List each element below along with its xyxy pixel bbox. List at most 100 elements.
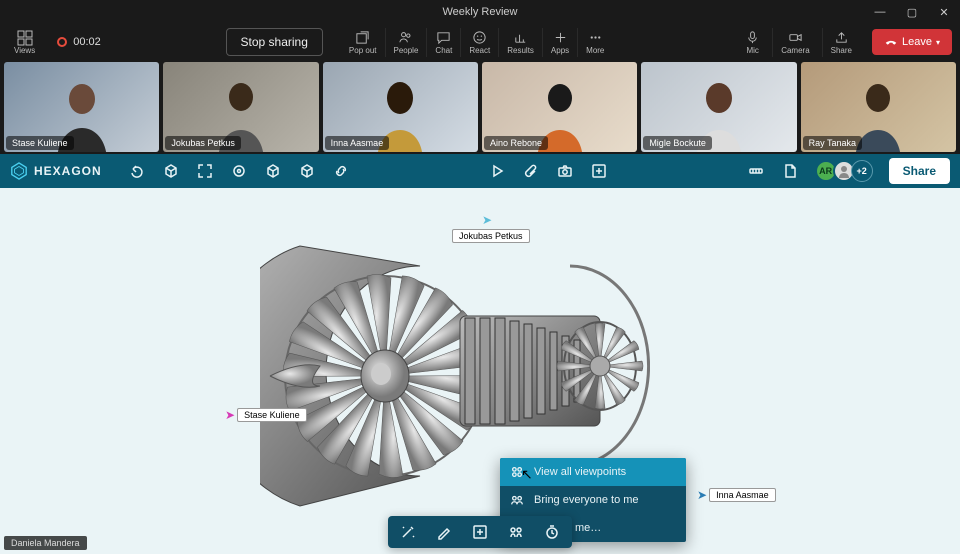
share-button[interactable]: Share bbox=[822, 28, 860, 57]
apps-button[interactable]: Apps bbox=[542, 28, 577, 57]
cursor-icon: ➤ bbox=[482, 213, 492, 227]
camera-icon bbox=[788, 30, 803, 45]
participant-name: Migle Bockute bbox=[643, 136, 712, 150]
stop-sharing-button[interactable]: Stop sharing bbox=[226, 28, 323, 56]
cube-menu-button[interactable] bbox=[158, 158, 184, 184]
chart-icon bbox=[513, 30, 528, 45]
mic-icon bbox=[745, 30, 760, 45]
measure-button[interactable] bbox=[743, 158, 769, 184]
cube-icon bbox=[163, 163, 179, 179]
participant-tile[interactable]: Ray Tanaka bbox=[801, 62, 956, 152]
hexagon-logo-icon bbox=[10, 162, 28, 180]
snapshot-button[interactable] bbox=[552, 158, 578, 184]
paperclip-icon bbox=[523, 163, 539, 179]
react-button[interactable]: React bbox=[460, 28, 498, 57]
document-icon bbox=[782, 163, 798, 179]
cube-icon bbox=[299, 163, 315, 179]
cursor-label: Jokubas Petkus bbox=[452, 229, 530, 243]
plus-icon bbox=[553, 30, 568, 45]
popout-button[interactable]: Pop out bbox=[341, 28, 385, 57]
participant-name: Jokubas Petkus bbox=[165, 136, 241, 150]
plus-box-icon bbox=[591, 163, 607, 179]
avatar-stack[interactable]: AR +2 bbox=[819, 160, 873, 182]
participant-name: Aino Rebone bbox=[484, 136, 548, 150]
ctx-bring-everyone[interactable]: Bring everyone to me bbox=[500, 486, 686, 514]
add-panel-button[interactable] bbox=[586, 158, 612, 184]
ctx-view-all-viewpoints[interactable]: View all viewpoints bbox=[500, 458, 686, 486]
more-button[interactable]: More bbox=[577, 28, 612, 57]
mic-button[interactable]: Mic bbox=[737, 28, 768, 57]
document-button[interactable] bbox=[777, 158, 803, 184]
stopwatch-icon bbox=[544, 524, 560, 540]
expand-button[interactable] bbox=[192, 158, 218, 184]
participant-name: Inna Aasmae bbox=[325, 136, 390, 150]
pen-button[interactable] bbox=[430, 520, 458, 544]
leave-button[interactable]: Leave ▾ bbox=[872, 29, 952, 55]
people-button[interactable]: People bbox=[385, 28, 427, 57]
participant-tile[interactable]: Stase Kuliene bbox=[4, 62, 159, 152]
cube-icon bbox=[265, 163, 281, 179]
bottom-toolbar bbox=[388, 516, 572, 548]
remote-cursor: ➤ Inna Aasmae bbox=[697, 488, 776, 502]
viewpoints-button[interactable] bbox=[502, 520, 530, 544]
play-icon bbox=[489, 163, 505, 179]
emoji-icon bbox=[472, 30, 487, 45]
participant-tile[interactable]: Aino Rebone bbox=[482, 62, 637, 152]
wand-button[interactable] bbox=[394, 520, 422, 544]
close-button[interactable]: ✕ bbox=[928, 0, 960, 24]
participant-tile[interactable]: Inna Aasmae bbox=[323, 62, 478, 152]
participant-strip: Stase Kuliene Jokubas Petkus Inna Aasmae… bbox=[0, 60, 960, 154]
link-button[interactable] bbox=[328, 158, 354, 184]
ruler-icon bbox=[748, 163, 764, 179]
avatar-more-count: +2 bbox=[851, 160, 873, 182]
target-button[interactable] bbox=[226, 158, 252, 184]
self-name-tag: Daniela Mandera bbox=[4, 536, 87, 550]
play-button[interactable] bbox=[484, 158, 510, 184]
cursor-label: Stase Kuliene bbox=[237, 408, 307, 422]
attach-button[interactable] bbox=[518, 158, 544, 184]
camera-icon bbox=[557, 163, 573, 179]
maximize-button[interactable]: ▢ bbox=[896, 0, 928, 24]
results-button[interactable]: Results bbox=[498, 28, 542, 57]
hexagon-share-button[interactable]: Share bbox=[889, 158, 950, 184]
hangup-icon bbox=[884, 35, 898, 49]
toolbar-center: Stop sharing Pop out People Chat React R… bbox=[109, 28, 729, 57]
hexagon-toolbar: HEXAGON AR +2 Share bbox=[0, 154, 960, 188]
expand-icon bbox=[197, 163, 213, 179]
add-button[interactable] bbox=[466, 520, 494, 544]
remote-cursor: ➤ Stase Kuliene bbox=[225, 408, 307, 422]
cube3-button[interactable] bbox=[294, 158, 320, 184]
canvas-area[interactable]: ➤ Jokubas Petkus ➤ Stase Kuliene ➤ Inna … bbox=[0, 188, 960, 554]
toolbar-right: Mic Camera Share Leave ▾ bbox=[737, 28, 952, 57]
remote-cursor: ➤ Jokubas Petkus bbox=[452, 213, 530, 243]
people-icon bbox=[398, 30, 413, 45]
undo-icon bbox=[129, 163, 145, 179]
window-title: Weekly Review bbox=[443, 6, 518, 18]
viewpoints-icon bbox=[510, 465, 524, 479]
minimize-button[interactable]: — bbox=[864, 0, 896, 24]
cube2-button[interactable] bbox=[260, 158, 286, 184]
viewpoints-icon bbox=[508, 524, 524, 540]
chat-icon bbox=[436, 30, 451, 45]
meeting-toolbar: Views 00:02 Stop sharing Pop out People … bbox=[0, 24, 960, 60]
window-titlebar: Weekly Review — ▢ ✕ bbox=[0, 0, 960, 24]
grid-icon bbox=[17, 30, 33, 46]
camera-button[interactable]: Camera bbox=[772, 28, 817, 57]
views-label: Views bbox=[14, 46, 35, 55]
participant-tile[interactable]: Migle Bockute bbox=[641, 62, 796, 152]
link-icon bbox=[333, 163, 349, 179]
cursor-label: Inna Aasmae bbox=[709, 488, 776, 502]
participant-tile[interactable]: Jokubas Petkus bbox=[163, 62, 318, 152]
views-button[interactable]: Views bbox=[8, 28, 41, 57]
hexagon-brand: HEXAGON bbox=[10, 162, 102, 180]
share-up-icon bbox=[834, 30, 849, 45]
participant-name: Ray Tanaka bbox=[803, 136, 862, 150]
chat-button[interactable]: Chat bbox=[426, 28, 460, 57]
undo-button[interactable] bbox=[124, 158, 150, 184]
group-icon bbox=[510, 493, 524, 507]
target-icon bbox=[231, 163, 247, 179]
plus-box-icon bbox=[472, 524, 488, 540]
pen-icon bbox=[436, 524, 452, 540]
dots-icon bbox=[588, 30, 603, 45]
timer-button[interactable] bbox=[538, 520, 566, 544]
